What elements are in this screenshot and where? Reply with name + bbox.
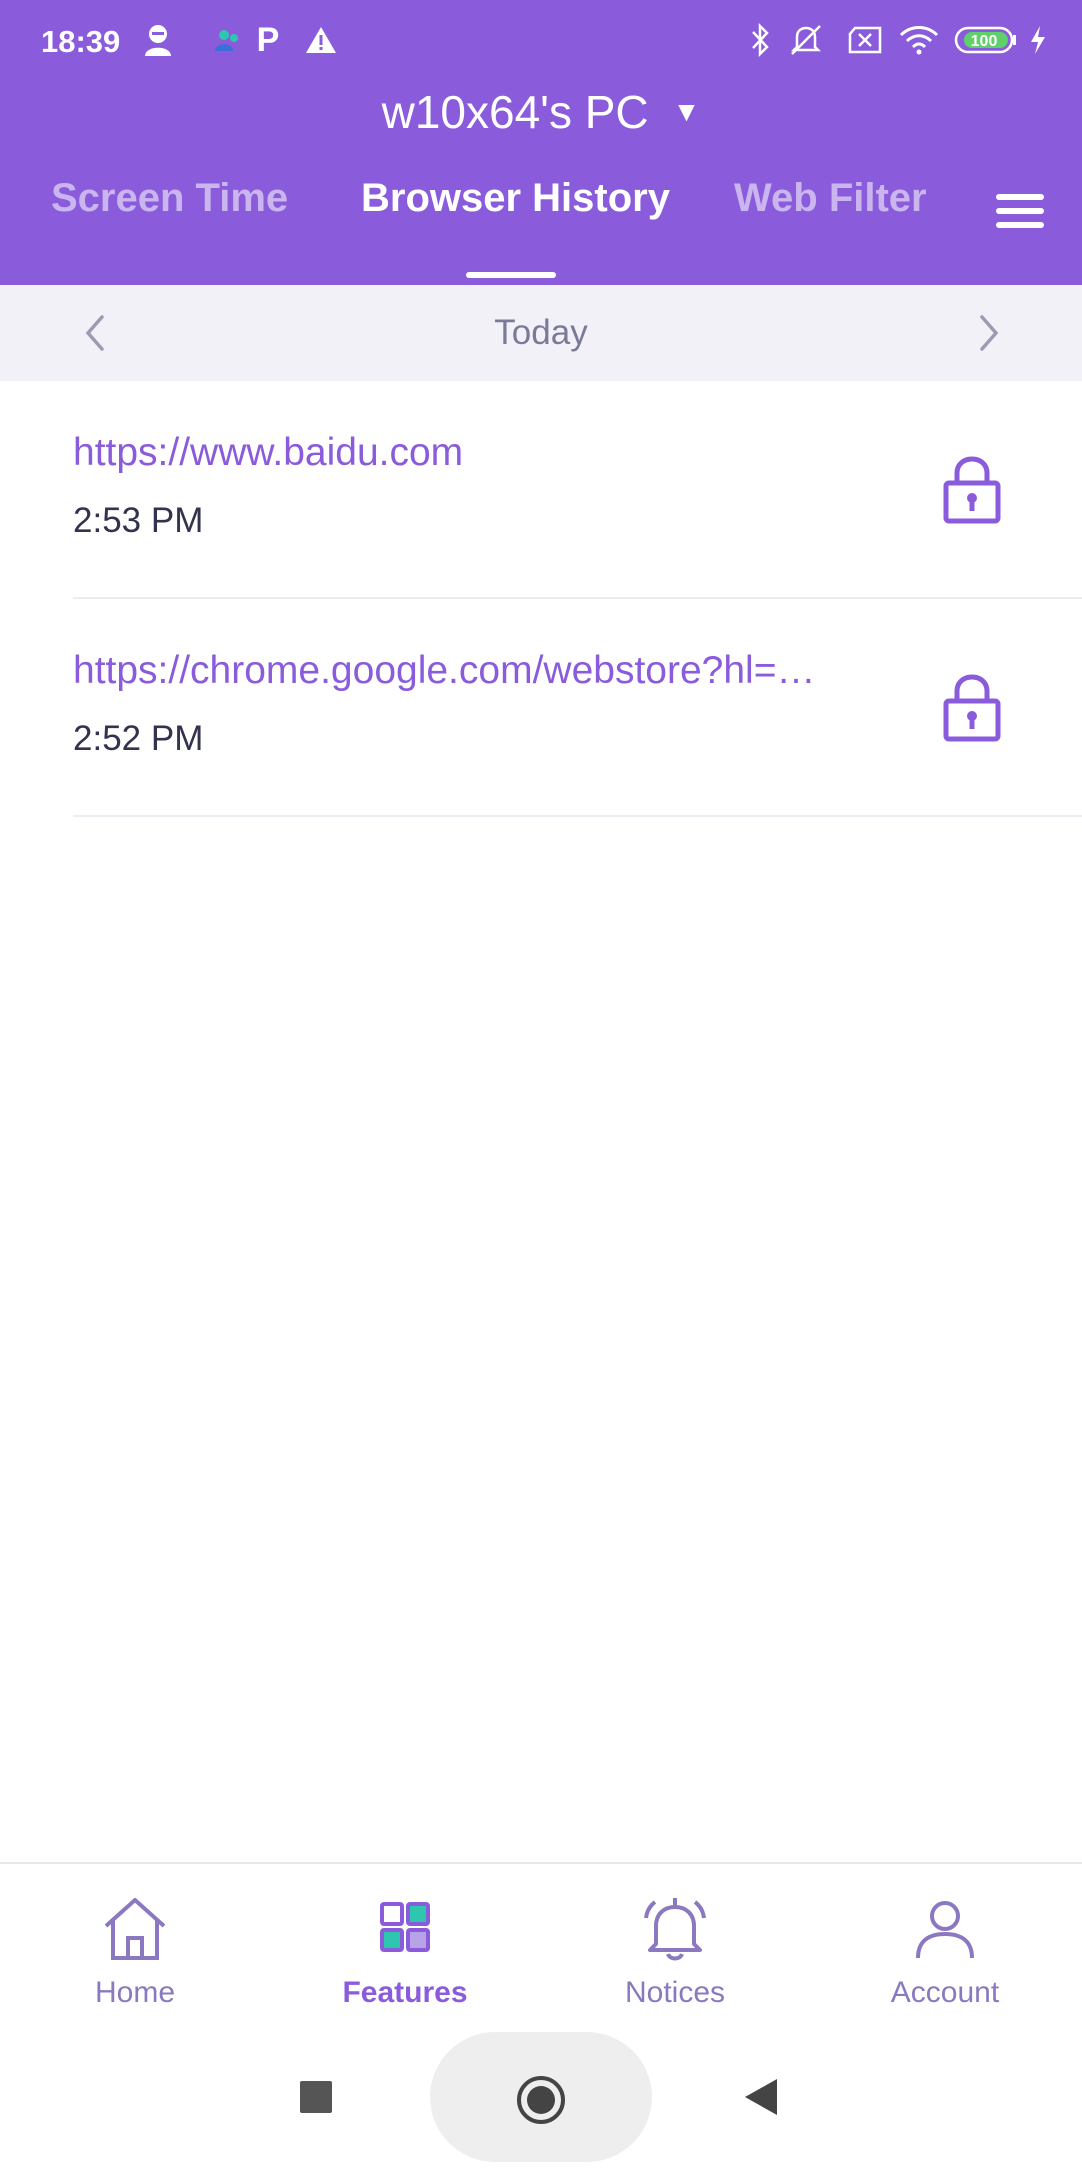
history-url[interactable]: https://chrome.google.com/webstore?hl=… [73, 649, 883, 693]
tab-web-filter[interactable]: Web Filter [734, 176, 927, 221]
lock-icon[interactable] [940, 453, 1004, 525]
history-time: 2:53 PM [73, 501, 204, 540]
chevron-right-icon[interactable] [966, 311, 1010, 355]
charging-icon [1026, 20, 1050, 60]
muted-bell-icon [786, 20, 826, 60]
parking-icon: P [256, 20, 280, 59]
date-navigator: Today [0, 285, 1082, 381]
history-time: 2:52 PM [73, 719, 204, 758]
status-bar: 18:39 P 100 [0, 0, 1082, 80]
battery-icon: 100 [954, 20, 1018, 60]
nav-account[interactable]: Account [810, 1864, 1080, 2024]
date-label: Today [494, 313, 588, 352]
status-time: 18:39 [41, 24, 121, 59]
menu-icon[interactable] [992, 186, 1052, 236]
system-navigation-bar [0, 2032, 1082, 2168]
tab-screen-time[interactable]: Screen Time [51, 176, 288, 221]
nav-features-label: Features [342, 1976, 468, 2009]
tab-browser-history[interactable]: Browser History [361, 176, 670, 221]
device-name: w10x64's PC [381, 86, 649, 138]
device-selector[interactable]: w10x64's PC ▼ [0, 80, 1082, 144]
nav-notices[interactable]: Notices [540, 1864, 810, 2024]
chevron-down-icon: ▼ [672, 96, 701, 127]
face-icon [140, 20, 176, 60]
nav-account-label: Account [890, 1976, 1000, 2009]
wifi-icon [898, 20, 940, 60]
history-item[interactable]: https://www.baidu.com 2:53 PM [0, 381, 1082, 599]
lock-icon[interactable] [940, 671, 1004, 743]
sim-x-icon [846, 20, 884, 60]
back-button[interactable] [743, 2077, 779, 2117]
recents-button[interactable] [298, 2079, 334, 2115]
people-icon [212, 20, 244, 60]
nav-home-label: Home [94, 1976, 176, 2009]
home-button[interactable] [515, 2074, 567, 2126]
account-icon [916, 1901, 974, 1959]
app-header: 18:39 P 100 w10x64's PC ▼ Screen Time Br… [0, 0, 1082, 285]
history-url[interactable]: https://www.baidu.com [73, 431, 883, 475]
nav-features[interactable]: Features [270, 1864, 540, 2024]
active-tab-indicator [466, 272, 556, 278]
bottom-navigation: Home Features Notices Account [0, 1862, 1082, 2032]
bluetooth-icon [746, 20, 774, 60]
nav-notices-label: Notices [624, 1976, 726, 2009]
bell-icon [644, 1898, 706, 1961]
features-icon [380, 1902, 430, 1952]
feature-tabs: Screen Time Browser History Web Filter [0, 176, 1082, 256]
divider [73, 815, 1082, 817]
history-item[interactable]: https://chrome.google.com/webstore?hl=… … [0, 599, 1082, 817]
battery-level: 100 [971, 33, 998, 50]
nav-home[interactable]: Home [0, 1864, 270, 2024]
warning-icon [303, 20, 339, 60]
home-icon [104, 1898, 166, 1960]
